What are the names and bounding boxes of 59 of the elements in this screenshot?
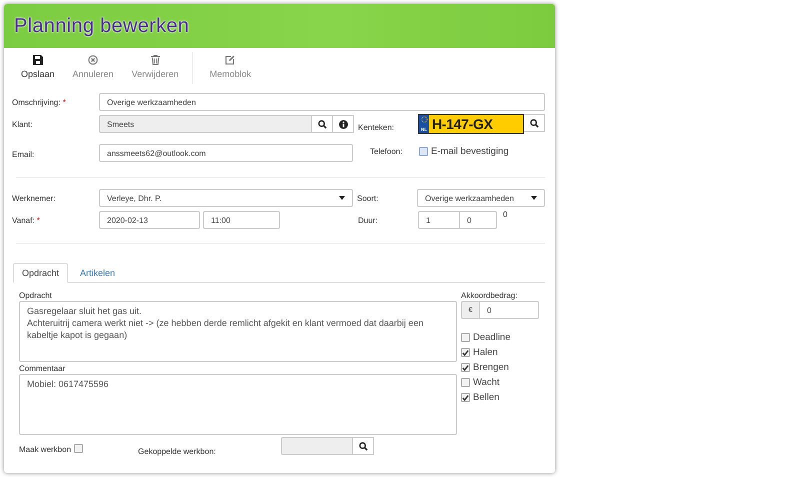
tab[interactable]: Artikelen xyxy=(71,263,124,283)
checkbox-label: Halen xyxy=(473,347,498,358)
field-label: Kenteken: xyxy=(357,122,396,132)
field-label: Klant: xyxy=(12,120,34,128)
info-icon xyxy=(338,120,348,128)
checkbox[interactable] xyxy=(419,147,428,156)
description-field[interactable]: Overige werkzaamheden xyxy=(99,93,545,111)
field-label: Werknemer: xyxy=(12,194,56,202)
dialog-title: Planning bewerken xyxy=(14,14,190,38)
date-field[interactable]: 2020-02-13 xyxy=(99,211,200,229)
trash-icon xyxy=(150,55,160,65)
checkbox[interactable] xyxy=(74,444,84,453)
dropdown-arrow-icon xyxy=(531,196,537,200)
email-field[interactable]: anssmeets62@outlook.com xyxy=(99,144,353,162)
type-dropdown[interactable]: Overige werkzaamheden xyxy=(417,189,545,207)
field-label: Email: xyxy=(12,150,36,159)
field-label: Opdracht xyxy=(19,291,53,300)
checkbox[interactable] xyxy=(461,333,470,342)
toolbar-button[interactable]: Opslaan xyxy=(12,50,64,84)
stars-icon xyxy=(420,116,428,123)
edit-icon xyxy=(225,55,236,65)
minutes-field[interactable]: 0 xyxy=(460,211,497,229)
tab[interactable]: Opdracht xyxy=(13,263,68,283)
checkbox-label: Bellen xyxy=(473,392,500,403)
checkbox-label: Deadline xyxy=(473,332,510,343)
checkbox[interactable] xyxy=(461,348,470,357)
checkbox-label: Maak werkbon xyxy=(19,445,72,454)
search-icon xyxy=(358,442,368,450)
cancel-icon xyxy=(88,55,98,65)
checkbox[interactable] xyxy=(461,378,470,387)
field-label: Omschrijving: * xyxy=(12,98,67,106)
field-label: Soort: xyxy=(356,194,380,202)
search-button[interactable] xyxy=(524,114,545,132)
field-label: Vanaf: * xyxy=(12,216,41,225)
comment-text-area[interactable]: Mobiel: 0617475596 xyxy=(19,374,457,435)
field-label: Akkoordbedrag: xyxy=(461,291,518,300)
time-field[interactable]: 11:00 xyxy=(203,211,280,229)
amount-field[interactable]: 0 xyxy=(479,301,539,319)
customer-field[interactable]: Smeets xyxy=(99,115,312,133)
dropdown-arrow-icon xyxy=(339,196,345,200)
search-button[interactable] xyxy=(353,437,374,455)
search-icon xyxy=(318,120,326,128)
hours-field[interactable]: 1 xyxy=(418,211,460,229)
linked-workorder-field[interactable] xyxy=(281,437,354,455)
field-label: Commentaar xyxy=(19,364,66,373)
employee-dropdown[interactable]: Verleye, Dhr. P. xyxy=(99,189,353,207)
assignment-text-area[interactable]: Gasregelaar sluit het gas uit. Achteruitrij camera werkt niet -> (ze hebben derde remlicht afgekit en klant vermoed dat daarbij een kabeltje kapot is gegaan) xyxy=(19,301,457,362)
field-label: Duur: xyxy=(357,216,379,225)
search-button[interactable] xyxy=(312,115,333,133)
checkbox-label: Brengen xyxy=(473,362,509,373)
checkbox-label: E-mail bevestiging xyxy=(431,146,509,157)
checkbox[interactable] xyxy=(461,393,470,402)
info-button[interactable] xyxy=(333,115,354,133)
checkbox-label: Wacht xyxy=(473,377,500,388)
field-label: Gekoppelde werkbon: xyxy=(138,447,217,456)
duration-total: 0 xyxy=(503,210,508,219)
field-label: Telefoon: xyxy=(370,147,404,156)
search-icon xyxy=(530,118,538,128)
checkbox[interactable] xyxy=(461,363,470,372)
